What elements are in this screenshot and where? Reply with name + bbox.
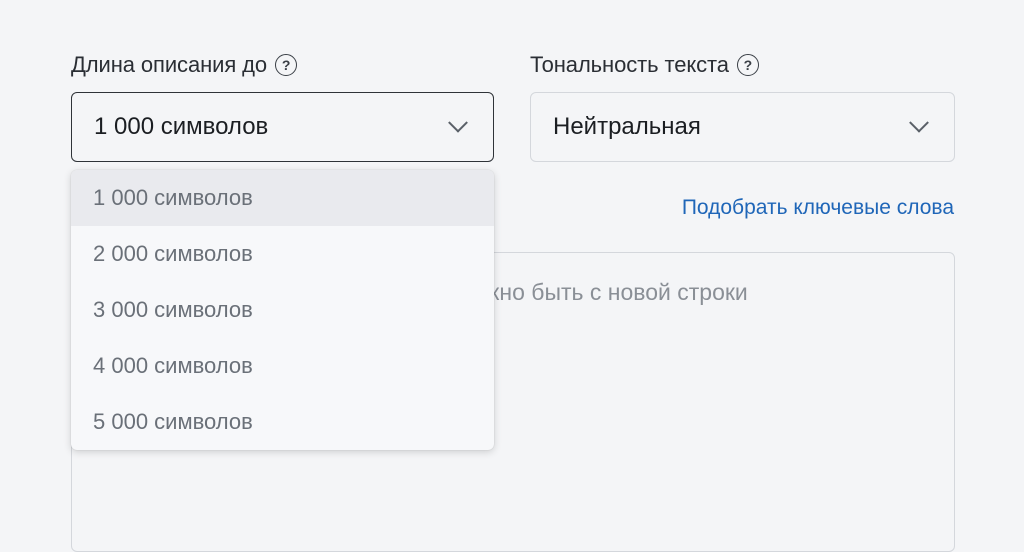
- length-option[interactable]: 1 000 символов: [71, 170, 494, 226]
- keywords-placeholder: жно быть с новой строки: [484, 279, 748, 305]
- length-label: Длина описания до: [71, 52, 268, 77]
- length-option[interactable]: 2 000 символов: [71, 226, 494, 282]
- length-label-row: Длина описания до ?: [71, 52, 298, 78]
- length-select[interactable]: 1 000 символов: [71, 92, 494, 162]
- length-option[interactable]: 4 000 символов: [71, 338, 494, 394]
- chevron-down-icon: [909, 112, 929, 133]
- length-dropdown: 1 000 символов 2 000 символов 3 000 симв…: [71, 170, 494, 450]
- question-circle-icon[interactable]: ?: [736, 54, 759, 76]
- chevron-down-icon: [448, 112, 468, 133]
- tone-label-row: Тональность текста ?: [530, 52, 759, 78]
- tone-select[interactable]: Нейтральная: [530, 92, 955, 162]
- length-select-value: 1 000 символов: [94, 113, 269, 140]
- tone-select-value: Нейтральная: [553, 113, 701, 140]
- tone-label: Тональность текста: [530, 52, 729, 77]
- pick-keywords-link[interactable]: Подобрать ключевые слова: [682, 196, 954, 220]
- length-option[interactable]: 5 000 символов: [71, 394, 494, 450]
- question-circle-icon[interactable]: ?: [275, 54, 298, 76]
- length-option[interactable]: 3 000 символов: [71, 282, 494, 338]
